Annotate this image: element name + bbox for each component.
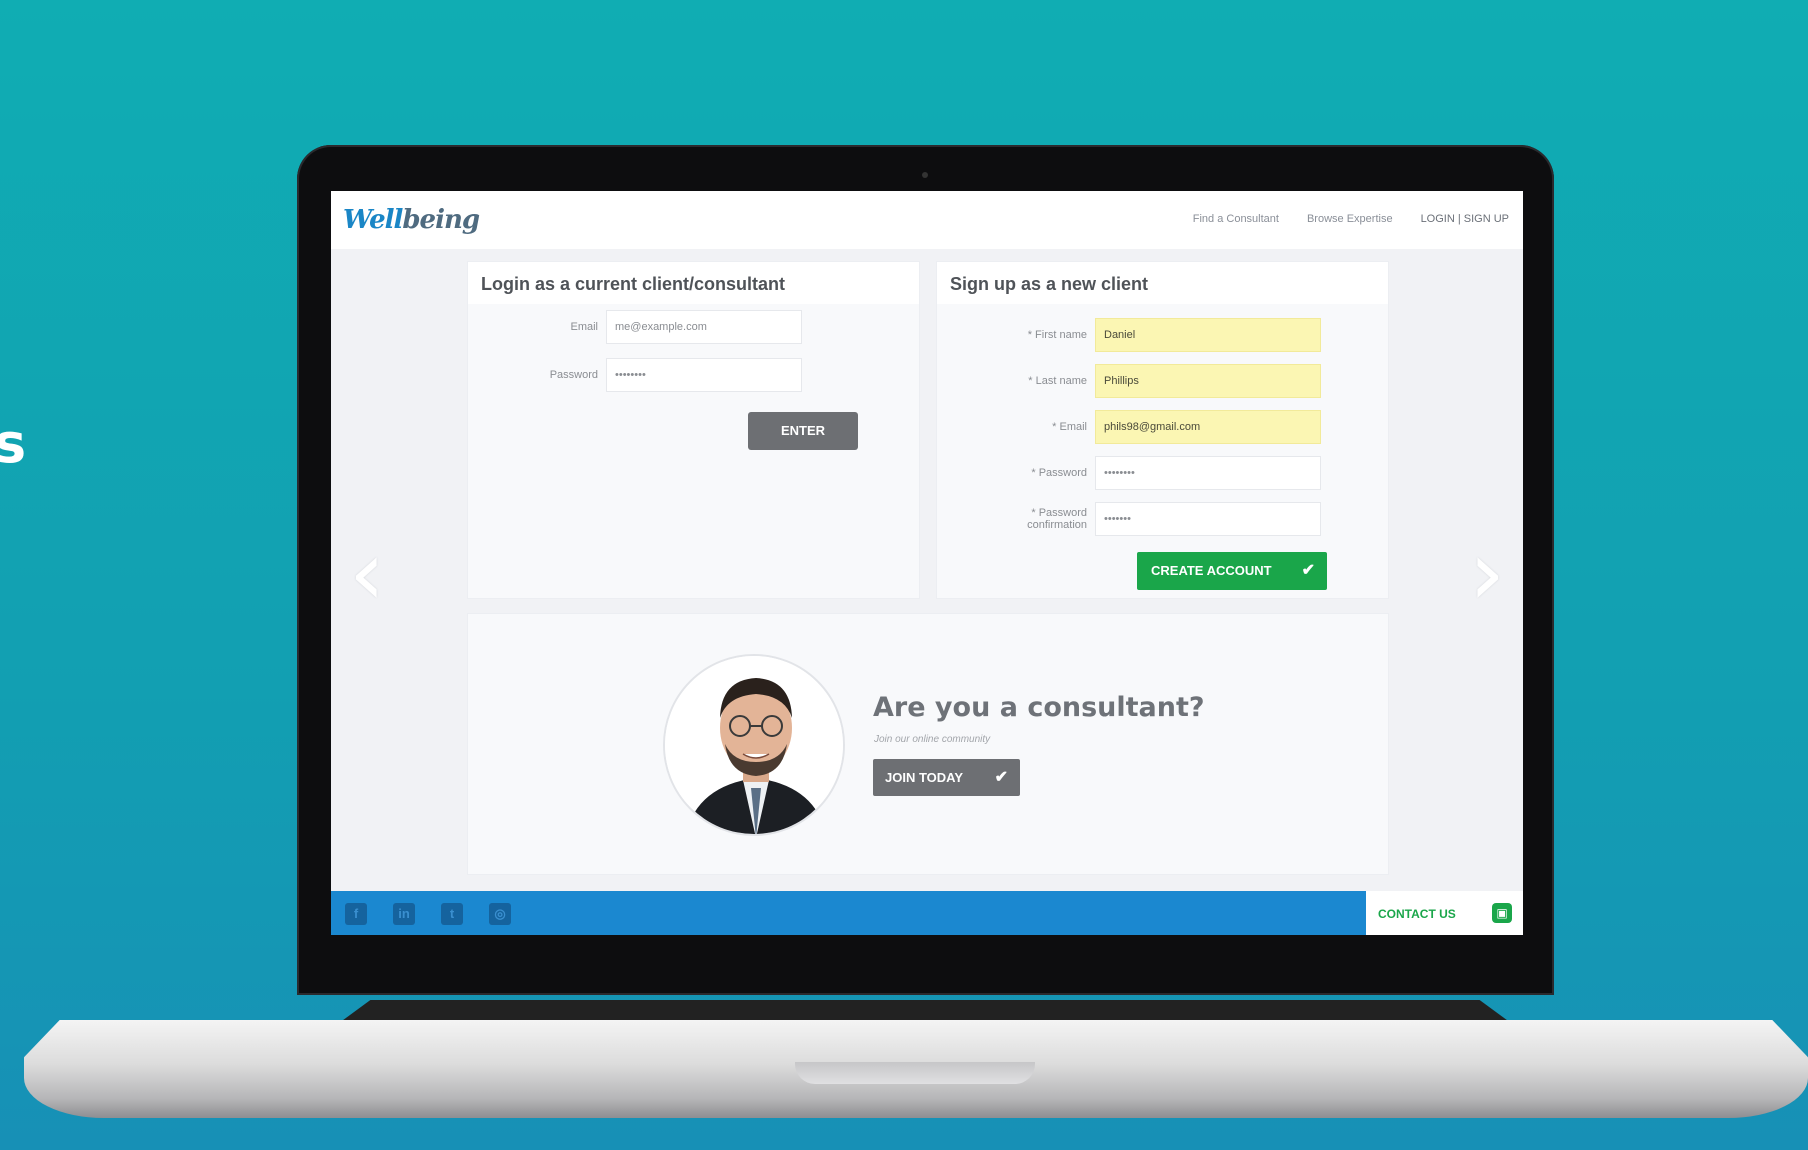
contact-card-icon: ▣: [1492, 903, 1512, 923]
password-confirm-label: * Password confirmation: [1027, 507, 1087, 531]
laptop-lid: Wellbeing Find a Consultant Browse Exper…: [297, 145, 1554, 995]
site-footer: f in t ◎: [331, 891, 1366, 935]
consultant-subtitle: Join our online community: [874, 734, 991, 745]
consultant-portrait-icon: [665, 656, 843, 834]
last-name-row: * Last name Phillips: [987, 364, 1321, 398]
login-email-label: Email: [570, 321, 598, 333]
login-title: Login as a current client/consultant: [468, 262, 919, 304]
check-icon: ✔: [1301, 562, 1315, 579]
signup-title: Sign up as a new client: [937, 262, 1388, 304]
camera-dot: [922, 172, 928, 178]
social-links: f in t ◎: [345, 903, 511, 925]
contact-us-button[interactable]: CONTACT US ▣: [1366, 891, 1523, 935]
laptop-screen: Wellbeing Find a Consultant Browse Exper…: [331, 191, 1523, 935]
instagram-icon[interactable]: ◎: [489, 903, 511, 925]
nav-find-consultant[interactable]: Find a Consultant: [1193, 213, 1279, 225]
carousel-prev-arrow-icon[interactable]: ‹: [349, 521, 385, 626]
create-account-button[interactable]: CREATE ACCOUNT ✔: [1137, 552, 1327, 590]
password-confirm-input[interactable]: •••••••: [1095, 502, 1321, 536]
carousel-next-arrow-icon[interactable]: ›: [1469, 521, 1505, 626]
consultant-avatar: [663, 654, 845, 836]
login-email-input[interactable]: me@example.com: [606, 310, 802, 344]
first-name-label: * First name: [1027, 329, 1087, 341]
consultant-title: Are you a consultant?: [873, 692, 1205, 723]
laptop-notch: [795, 1062, 1035, 1084]
login-panel: Login as a current client/consultant Ema…: [467, 261, 920, 599]
logo-part-2: being: [402, 205, 480, 235]
password-confirm-row: * Password confirmation •••••••: [987, 502, 1321, 536]
create-account-label: CREATE ACCOUNT: [1151, 563, 1272, 578]
join-today-label: JOIN TODAY: [885, 770, 964, 785]
signup-email-input[interactable]: phils98@gmail.com: [1095, 410, 1321, 444]
check-icon: ✔: [994, 769, 1008, 786]
signup-email-label: * Email: [1052, 421, 1087, 433]
consultant-panel: Are you a consultant? Join our online co…: [467, 613, 1389, 875]
login-password-row: Password ••••••••: [498, 358, 802, 392]
login-password-label: Password: [549, 369, 598, 381]
nav-browse-expertise[interactable]: Browse Expertise: [1307, 213, 1393, 225]
signup-email-row: * Email phils98@gmail.com: [987, 410, 1321, 444]
login-email-row: Email me@example.com: [498, 310, 802, 344]
enter-button[interactable]: ENTER: [748, 412, 858, 450]
signup-password-row: * Password ••••••••: [987, 456, 1321, 490]
contact-us-label: CONTACT US: [1378, 907, 1456, 921]
signup-password-input[interactable]: ••••••••: [1095, 456, 1321, 490]
last-name-input[interactable]: Phillips: [1095, 364, 1321, 398]
first-name-input[interactable]: Daniel: [1095, 318, 1321, 352]
wellbeing-logo[interactable]: Wellbeing: [343, 205, 480, 235]
first-name-row: * First name Daniel: [987, 318, 1321, 352]
last-name-label: * Last name: [1028, 375, 1087, 387]
facebook-icon[interactable]: f: [345, 903, 367, 925]
side-text: s: [0, 412, 27, 475]
join-today-button[interactable]: JOIN TODAY ✔: [873, 759, 1020, 796]
twitter-icon[interactable]: t: [441, 903, 463, 925]
linkedin-icon[interactable]: in: [393, 903, 415, 925]
site-nav: Find a Consultant Browse Expertise LOGIN…: [1193, 213, 1509, 225]
signup-panel: Sign up as a new client * First name Dan…: [936, 261, 1389, 599]
signup-password-label: * Password: [1031, 467, 1087, 479]
logo-part-1: Well: [343, 205, 403, 235]
site-header: Wellbeing Find a Consultant Browse Exper…: [331, 191, 1523, 249]
login-password-input[interactable]: ••••••••: [606, 358, 802, 392]
nav-login-signup[interactable]: LOGIN | SIGN UP: [1421, 213, 1509, 225]
